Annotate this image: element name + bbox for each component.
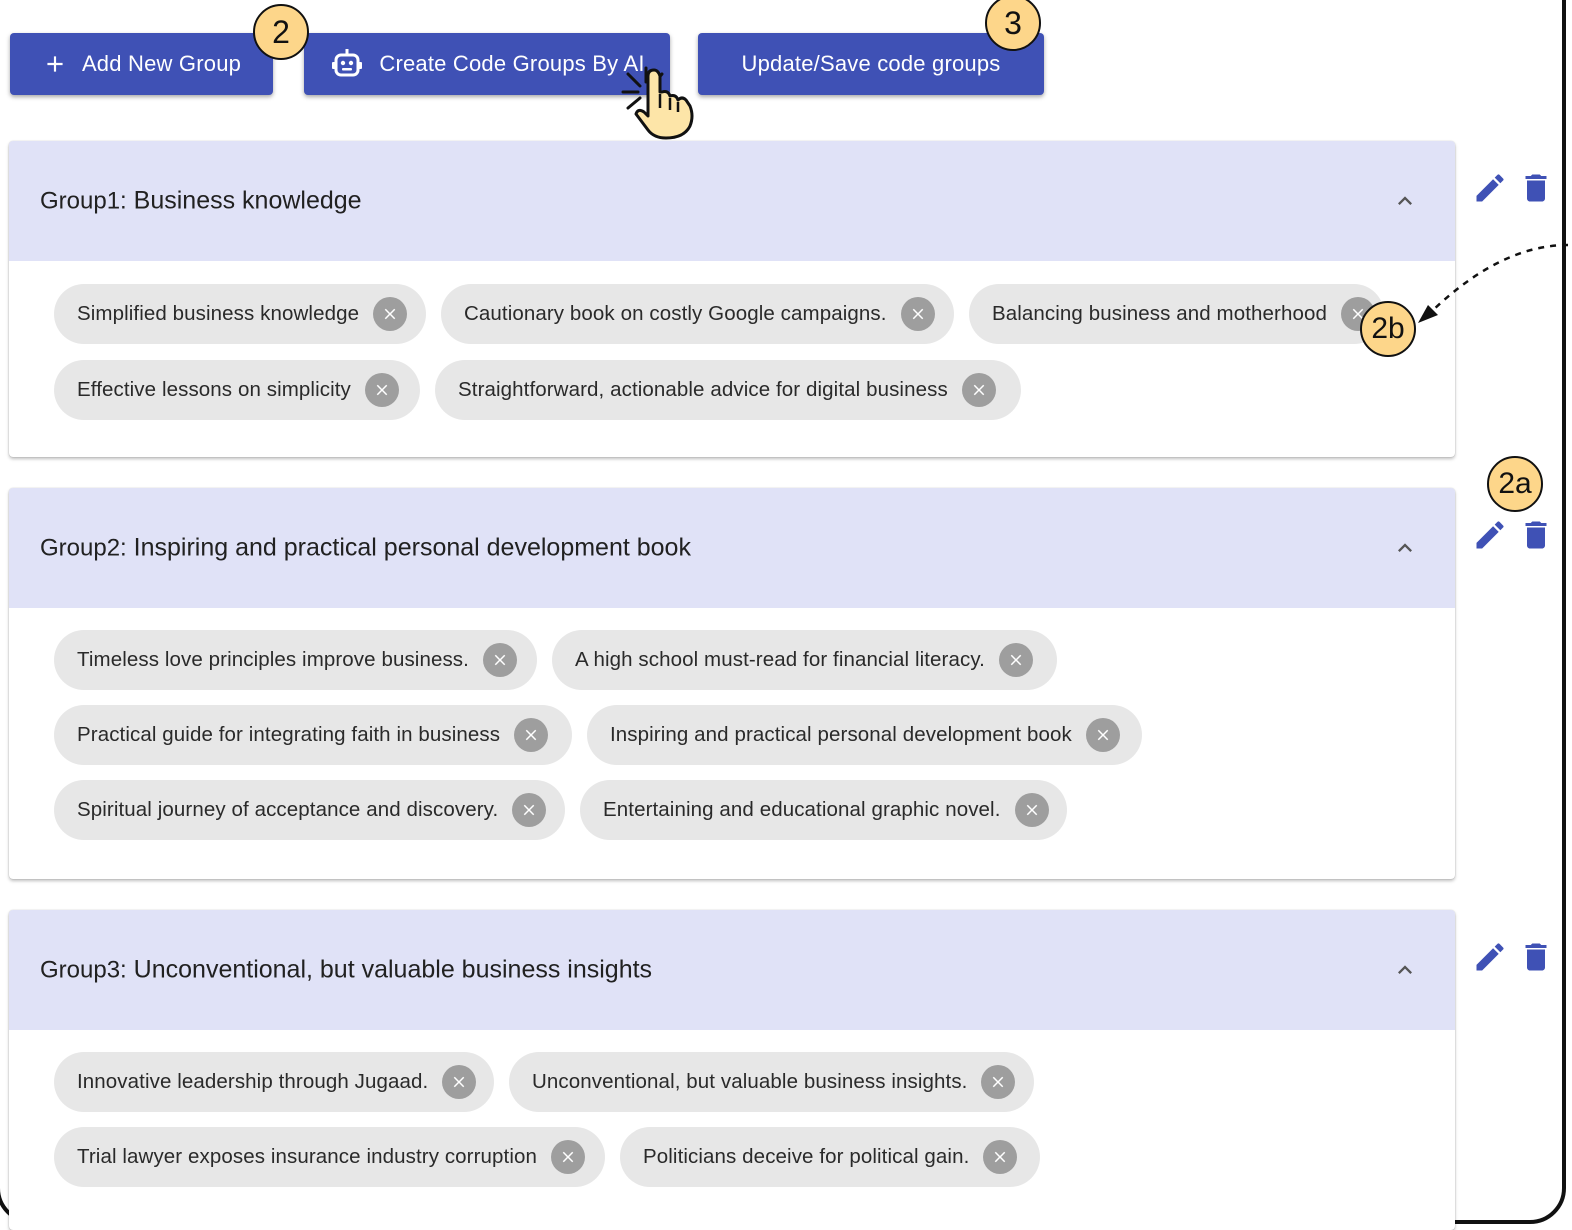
code-group-card: Group1: Business knowledge Simplified bu… — [9, 141, 1455, 457]
remove-chip-icon[interactable] — [998, 643, 1033, 677]
group-title: Group3: Unconventional, but valuable bus… — [40, 956, 652, 985]
code-chip[interactable]: Timeless love principles improve busines… — [54, 630, 537, 690]
chevron-up-icon[interactable] — [1391, 534, 1419, 562]
remove-chip-icon[interactable] — [983, 1140, 1018, 1174]
code-chip[interactable]: A high school must-read for financial li… — [552, 630, 1057, 690]
code-chip-label: Unconventional, but valuable business in… — [532, 1070, 968, 1093]
annotation-badge: 2a — [1487, 456, 1543, 512]
group-name: Business knowledge — [133, 186, 362, 215]
code-chip-label: A high school must-read for financial li… — [575, 648, 985, 671]
remove-chip-icon[interactable] — [442, 1065, 477, 1099]
create-code-groups-ai-button[interactable]: Create Code Groups By AI — [304, 33, 670, 95]
code-chip-label: Innovative leadership through Jugaad. — [77, 1070, 429, 1093]
code-chip[interactable]: Practical guide for integrating faith in… — [54, 705, 572, 765]
code-chip-label: Practical guide for integrating faith in… — [77, 723, 501, 746]
remove-chip-icon[interactable] — [551, 1140, 585, 1174]
code-chip[interactable]: Innovative leadership through Jugaad. — [54, 1052, 494, 1112]
remove-chip-icon[interactable] — [482, 643, 517, 677]
code-chip[interactable]: Trial lawyer exposes insurance industry … — [54, 1127, 605, 1187]
code-chip[interactable]: Simplified business knowledge — [54, 284, 426, 344]
code-chip[interactable]: Effective lessons on simplicity — [54, 360, 420, 420]
remove-chip-icon[interactable] — [1014, 793, 1049, 827]
group-prefix: Group3: — [40, 956, 127, 984]
update-save-code-groups-label: Update/Save code groups — [741, 51, 1001, 76]
remove-chip-icon[interactable] — [512, 793, 547, 827]
add-new-group-label: Add New Group — [81, 51, 242, 76]
code-chip-label: Balancing business and motherhood — [992, 302, 1327, 325]
group-prefix: Group2: — [40, 534, 127, 562]
delete-icon[interactable] — [1518, 517, 1554, 553]
code-group-card: Group3: Unconventional, but valuable bus… — [9, 910, 1455, 1230]
code-chip-label: Straightforward, actionable advice for d… — [458, 378, 948, 401]
plus-icon — [47, 56, 63, 72]
code-chip-label: Entertaining and educational graphic nov… — [603, 798, 1001, 821]
code-chip[interactable]: Spiritual journey of acceptance and disc… — [54, 780, 565, 840]
remove-chip-icon[interactable] — [514, 718, 549, 752]
edit-icon[interactable] — [1472, 170, 1508, 206]
group-title: Group2: Inspiring and practical personal… — [40, 534, 691, 563]
create-code-groups-ai-label: Create Code Groups By AI — [379, 51, 645, 76]
code-chip[interactable]: Unconventional, but valuable business in… — [509, 1052, 1034, 1112]
remove-chip-icon[interactable] — [373, 297, 408, 331]
code-chip-label: Simplified business knowledge — [77, 302, 360, 325]
group-name: Unconventional, but valuable business in… — [133, 955, 653, 984]
code-chip-label: Effective lessons on simplicity — [77, 378, 351, 401]
hand-cursor-icon — [621, 66, 694, 140]
remove-chip-icon[interactable] — [1085, 718, 1120, 752]
remove-chip-icon[interactable] — [364, 373, 399, 407]
code-chip-label: Inspiring and practical personal develop… — [610, 723, 1072, 746]
group-header[interactable]: Group2: Inspiring and practical personal… — [9, 488, 1455, 608]
code-chip[interactable]: Cautionary book on costly Google campaig… — [441, 284, 954, 344]
code-chip-label: Timeless love principles improve busines… — [77, 648, 469, 671]
chevron-up-icon[interactable] — [1391, 187, 1419, 215]
delete-icon[interactable] — [1518, 939, 1554, 975]
remove-chip-icon[interactable] — [900, 297, 935, 331]
code-chip-label: Politicians deceive for political gain. — [643, 1145, 970, 1168]
code-chip-label: Trial lawyer exposes insurance industry … — [77, 1145, 537, 1168]
chevron-up-icon[interactable] — [1391, 956, 1419, 984]
group-header[interactable]: Group3: Unconventional, but valuable bus… — [9, 910, 1455, 1030]
remove-chip-icon[interactable] — [981, 1065, 1016, 1099]
code-chip-label: Cautionary book on costly Google campaig… — [464, 302, 887, 325]
code-chip[interactable]: Politicians deceive for political gain. — [620, 1127, 1040, 1187]
remove-chip-icon[interactable] — [961, 373, 996, 407]
edit-icon[interactable] — [1472, 939, 1508, 975]
group-prefix: Group1: — [40, 187, 127, 215]
edit-icon[interactable] — [1472, 517, 1508, 553]
annotation-arrow — [1418, 243, 1569, 323]
annotation-badge: 2b — [1360, 301, 1416, 357]
code-chip[interactable]: Inspiring and practical personal develop… — [587, 705, 1142, 765]
robot-icon — [332, 49, 363, 77]
code-group-card: Group2: Inspiring and practical personal… — [9, 488, 1455, 879]
group-header[interactable]: Group1: Business knowledge — [9, 141, 1455, 261]
annotation-badge: 2 — [253, 4, 309, 60]
code-chip-label: Spiritual journey of acceptance and disc… — [77, 798, 499, 821]
add-new-group-button[interactable]: Add New Group — [10, 33, 273, 95]
group-title: Group1: Business knowledge — [40, 187, 362, 216]
code-chip[interactable]: Balancing business and motherhood — [969, 284, 1384, 344]
code-chip[interactable]: Straightforward, actionable advice for d… — [435, 360, 1021, 420]
delete-icon[interactable] — [1518, 170, 1554, 206]
group-name: Inspiring and practical personal develop… — [133, 533, 691, 562]
code-chip[interactable]: Entertaining and educational graphic nov… — [580, 780, 1067, 840]
